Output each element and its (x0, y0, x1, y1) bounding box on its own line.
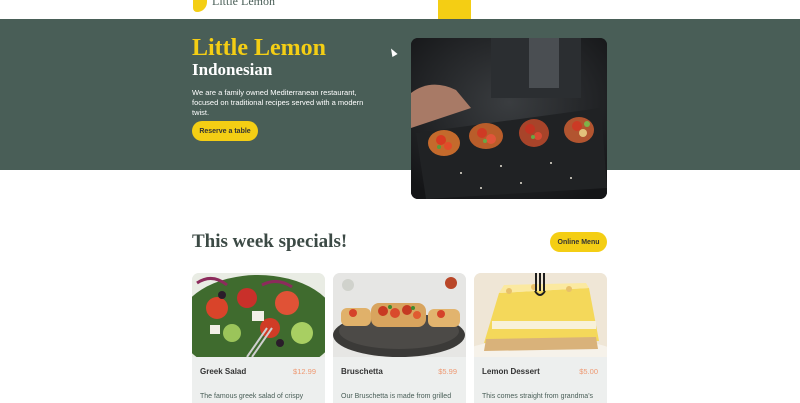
hero-description: We are a family owned Mediterranean rest… (192, 88, 364, 117)
nav-active-indicator[interactable] (438, 0, 471, 19)
specials-heading: This week specials! (192, 231, 348, 252)
bruschetta-icon (333, 273, 466, 357)
card-description: Our Bruschetta is made from grilled (341, 393, 452, 400)
greek-salad-photo (192, 273, 325, 357)
hero-title: Little Lemon (192, 35, 326, 61)
hero-subtitle: Indonesian (192, 60, 273, 79)
card-description: The famous greek salad of crispy (200, 393, 304, 400)
hero-food-photo (411, 38, 607, 199)
top-nav: Little Lemon (0, 0, 800, 19)
card-description: This comes straight from grandma's (482, 393, 594, 400)
lemon-logo-icon[interactable] (193, 0, 207, 12)
greek-salad-icon (192, 273, 325, 357)
reserve-table-button[interactable]: Reserve a table (192, 121, 258, 141)
logo-text[interactable]: Little Lemon (212, 0, 275, 9)
card-price: $5.00 (579, 367, 598, 376)
special-card-bruschetta[interactable]: Bruschetta $5.99 Our Bruschetta is made … (333, 273, 466, 403)
card-title: Bruschetta (341, 367, 383, 376)
card-title: Greek Salad (200, 367, 247, 376)
online-menu-button[interactable]: Online Menu (550, 232, 607, 252)
bruschetta-photo (333, 273, 466, 357)
card-title: Lemon Dessert (482, 367, 540, 376)
special-card-lemon-dessert[interactable]: Lemon Dessert $5.00 This comes straight … (474, 273, 607, 403)
lemon-dessert-photo (474, 273, 607, 357)
bruschetta-platter-icon (411, 38, 607, 199)
card-price: $12.99 (293, 367, 316, 376)
card-price: $5.99 (438, 367, 457, 376)
hero-section (0, 19, 800, 170)
special-card-greek-salad[interactable]: Greek Salad $12.99 The famous greek sala… (192, 273, 325, 403)
lemon-dessert-icon (474, 273, 607, 357)
